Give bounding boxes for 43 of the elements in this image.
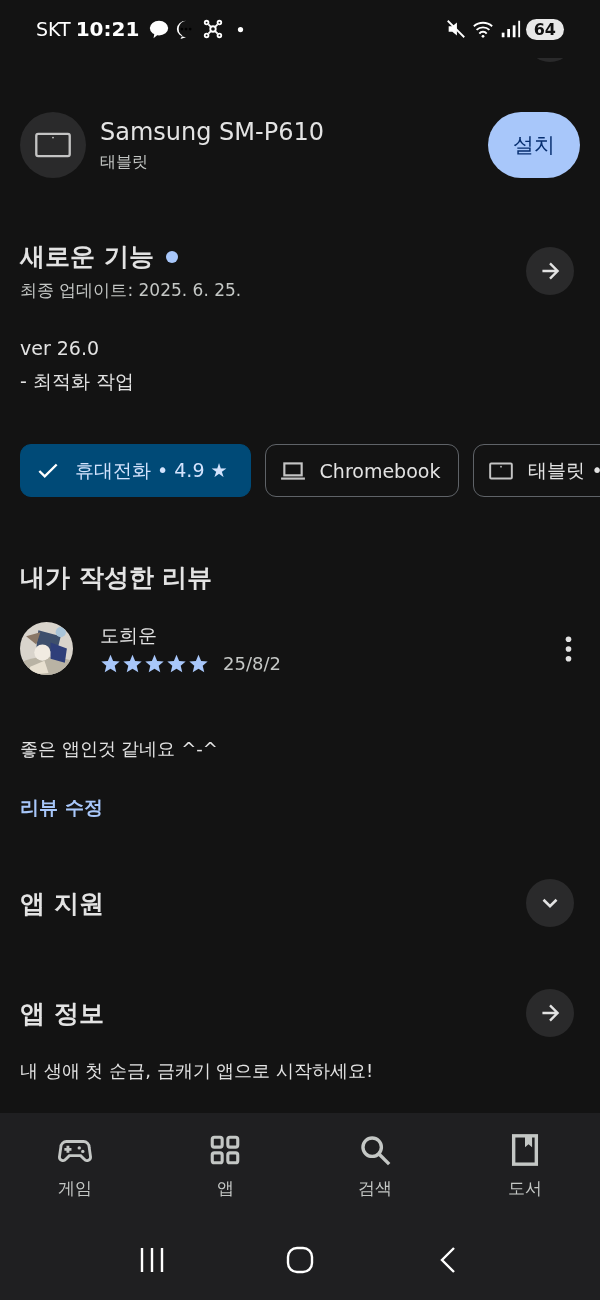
device-filter-chip[interactable]: Chromebook	[264, 444, 460, 497]
star-icon	[188, 653, 209, 674]
network-icon	[202, 18, 225, 40]
section-description: 내 생애 첫 순금, 금캐기 앱으로 시작하세요!	[19, 1059, 375, 1083]
review-date: 25/8/2	[223, 653, 281, 674]
star-icon	[166, 653, 187, 674]
star-icon	[122, 653, 143, 674]
tablet-icon	[34, 132, 72, 158]
home-icon	[286, 1245, 314, 1274]
carrier-name: SKT	[36, 18, 71, 40]
section-title: 앱 정보	[20, 997, 104, 1030]
battery-level: 64	[533, 19, 556, 39]
section-title: 내가 작성한 리뷰	[19, 562, 214, 594]
install-button[interactable]: 설치	[488, 112, 580, 178]
mute-icon	[444, 18, 467, 40]
nav-tab[interactable]: 앱	[175, 1124, 275, 1208]
device-type: 태블릿	[100, 151, 149, 173]
section-title: 앱 지원	[20, 887, 104, 920]
nav-tab[interactable]: 검색	[325, 1124, 425, 1208]
release-note: - 최적화 작업	[20, 369, 135, 394]
recents-icon	[138, 1245, 166, 1274]
device-name: Samsung SM-P610	[100, 117, 325, 146]
edit-review-link[interactable]: 리뷰 수정	[20, 796, 103, 818]
release-note: ver 26.0	[20, 336, 101, 361]
arrow-button[interactable]	[526, 247, 574, 295]
home-button[interactable]	[286, 1245, 314, 1274]
reviewer-name: 도희운	[100, 623, 158, 648]
more-icon	[565, 635, 572, 662]
section-title: 새로운 기능	[20, 241, 154, 273]
dot-icon	[237, 25, 245, 33]
device-filter-chip[interactable]: 휴대전화 • 4.9 ★	[20, 444, 251, 497]
star-icon	[100, 653, 121, 674]
expand-button[interactable]	[526, 879, 574, 927]
device-filter-chip[interactable]: 태블릿 •	[473, 444, 600, 497]
review-text: 좋은 앱인것 같네요 ^-^	[19, 737, 219, 761]
nav-tab[interactable]: 게임	[25, 1124, 125, 1208]
recent-apps-button[interactable]	[138, 1245, 166, 1274]
chat-bubble-icon	[148, 18, 171, 40]
update-date: 최종 업데이트: 2025. 6. 25.	[20, 279, 242, 302]
clock-time: 10:21	[75, 17, 140, 41]
nav-tab[interactable]: 도서	[475, 1124, 575, 1208]
arrow-button[interactable]	[526, 989, 574, 1037]
star-icon	[144, 653, 165, 674]
